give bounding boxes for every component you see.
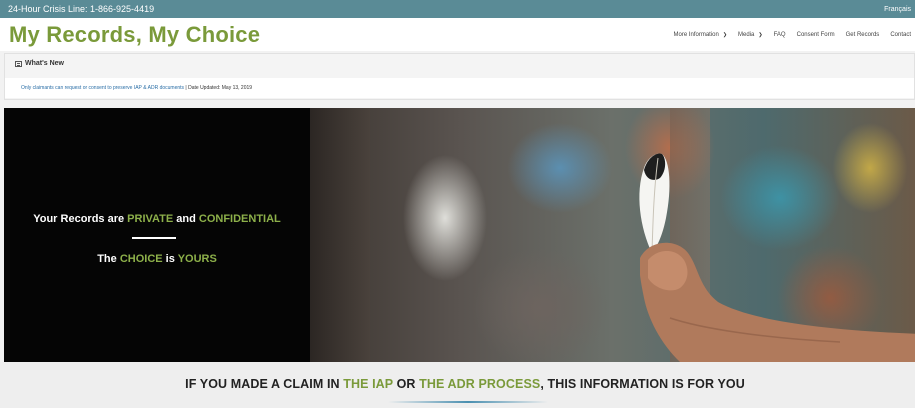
nav-faq[interactable]: FAQ bbox=[774, 32, 786, 38]
whats-new-band: Only claimants can request or consent to… bbox=[5, 78, 914, 98]
tagline-part: and bbox=[173, 213, 199, 225]
whats-new-panel: What's New Only claimants can request or… bbox=[4, 53, 915, 100]
hero-tagline: Your Records are PRIVATE and CONFIDENTIA… bbox=[4, 213, 310, 225]
subtagline-part: The bbox=[97, 253, 120, 265]
hero-banner: Your Records are PRIVATE and CONFIDENTIA… bbox=[4, 108, 915, 362]
photo-pillar bbox=[310, 108, 370, 362]
headline-part: , THIS INFORMATION IS FOR YOU bbox=[540, 377, 745, 391]
hero-subtagline: The CHOICE is YOURS bbox=[4, 253, 310, 265]
nav-get-records[interactable]: Get Records bbox=[846, 32, 880, 38]
nav-contact[interactable]: Contact bbox=[890, 32, 911, 38]
hero-photo bbox=[310, 108, 915, 362]
nav-consent-form[interactable]: Consent Form bbox=[797, 32, 835, 38]
news-icon bbox=[15, 60, 22, 67]
site-header: My Records, My Choice More Information ❯… bbox=[0, 18, 915, 51]
chevron-down-icon: ❯ bbox=[722, 31, 728, 38]
whats-new-heading: What's New bbox=[25, 60, 65, 67]
logo-part-1: My Records, bbox=[9, 21, 143, 47]
nav-label: Contact bbox=[890, 31, 911, 38]
nav-label: Get Records bbox=[845, 31, 880, 38]
logo-part-2: My Choice bbox=[142, 21, 261, 47]
info-banner: IF YOU MADE A CLAIM IN THE IAP OR THE AD… bbox=[0, 362, 915, 408]
crisis-line-text: 24-Hour Crisis Line: 1-866-925-4419 bbox=[8, 4, 155, 14]
main-nav: More Information ❯ Media ❯ FAQ Consent F… bbox=[662, 32, 911, 38]
headline-underline-bar bbox=[388, 401, 548, 403]
tagline-highlight: PRIVATE bbox=[127, 213, 174, 225]
news-item-date: | Date Updated: May 13, 2019 bbox=[184, 85, 253, 91]
headline-link-adr[interactable]: THE ADR PROCESS bbox=[419, 377, 540, 391]
headline-part: IF YOU MADE A CLAIM IN bbox=[185, 377, 344, 391]
tagline-part: Your Records are bbox=[33, 213, 128, 225]
hand-image bbox=[640, 242, 915, 362]
hero-divider bbox=[132, 237, 176, 239]
news-item-link[interactable]: Only claimants can request or consent to… bbox=[21, 85, 184, 91]
news-item: Only claimants can request or consent to… bbox=[21, 85, 252, 91]
hero-dark-panel bbox=[4, 108, 310, 362]
subtagline-part: is bbox=[162, 253, 178, 265]
site-logo[interactable]: My Records, My Choice bbox=[9, 22, 260, 48]
subtagline-highlight: CHOICE bbox=[119, 253, 163, 265]
nav-label: Consent Form bbox=[796, 31, 835, 38]
whats-new-title: What's New bbox=[15, 60, 64, 67]
language-toggle[interactable]: Français bbox=[884, 6, 911, 13]
crisis-bar: 24-Hour Crisis Line: 1-866-925-4419 Fran… bbox=[0, 0, 915, 18]
tagline-highlight: CONFIDENTIAL bbox=[198, 213, 281, 225]
subtagline-highlight: YOURS bbox=[177, 253, 217, 265]
headline-part: OR bbox=[393, 377, 420, 391]
chevron-down-icon: ❯ bbox=[758, 31, 763, 38]
headline-link-iap[interactable]: THE IAP bbox=[343, 377, 393, 391]
nav-label: FAQ bbox=[773, 31, 786, 38]
nav-label: More Information bbox=[673, 31, 719, 38]
nav-label: Media bbox=[738, 31, 755, 38]
info-headline: IF YOU MADE A CLAIM IN THE IAP OR THE AD… bbox=[0, 377, 915, 391]
nav-more-information[interactable]: More Information ❯ bbox=[673, 32, 727, 38]
nav-media[interactable]: Media ❯ bbox=[738, 32, 763, 38]
